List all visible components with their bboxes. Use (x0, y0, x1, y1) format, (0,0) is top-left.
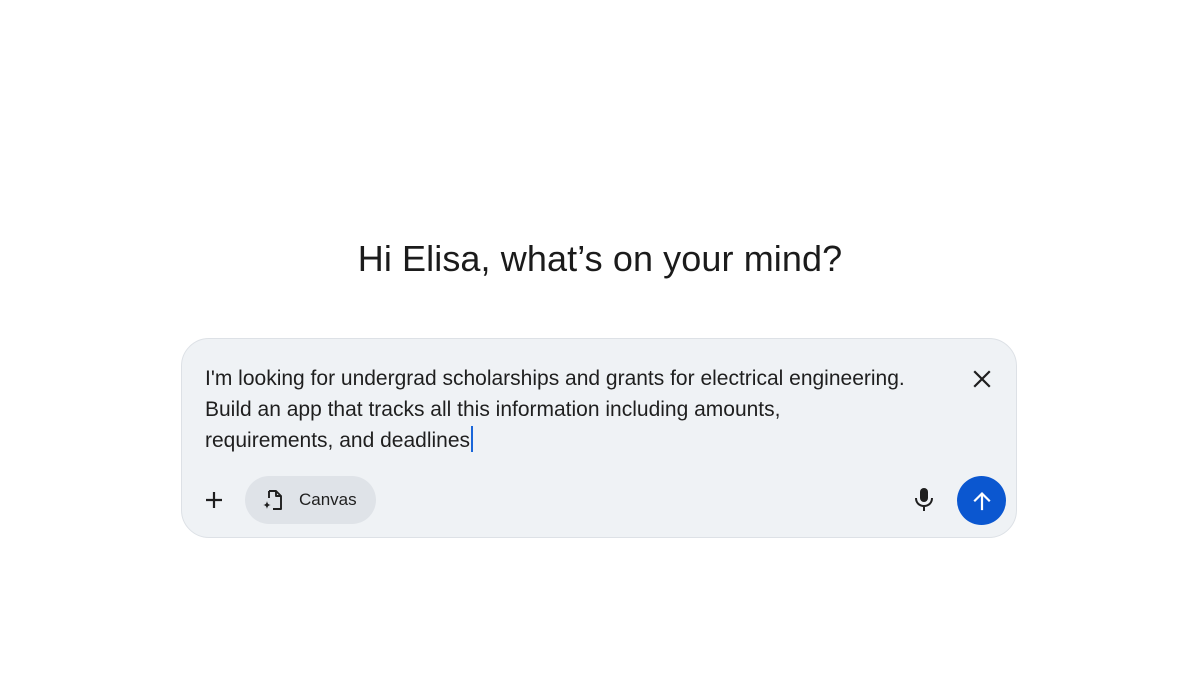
canvas-chip-label: Canvas (299, 490, 357, 509)
voice-input-button[interactable] (908, 484, 940, 516)
prompt-input-text: I'm looking for undergrad scholarships a… (205, 367, 905, 452)
page: Hi Elisa, what’s on your mind? I'm looki… (0, 0, 1200, 675)
send-button[interactable] (957, 476, 1006, 525)
prompt-input[interactable]: I'm looking for undergrad scholarships a… (205, 363, 945, 456)
close-icon (973, 370, 991, 388)
arrow-up-icon (972, 491, 991, 510)
text-caret (471, 426, 474, 452)
plus-icon (206, 492, 222, 508)
canvas-document-sparkle-icon (261, 488, 285, 512)
clear-prompt-button[interactable] (966, 363, 998, 395)
microphone-icon (915, 488, 933, 511)
canvas-tool-chip[interactable]: Canvas (245, 476, 376, 524)
greeting-heading: Hi Elisa, what’s on your mind? (357, 238, 843, 279)
prompt-composer: I'm looking for undergrad scholarships a… (181, 338, 1017, 538)
add-attachment-button[interactable] (198, 484, 230, 516)
